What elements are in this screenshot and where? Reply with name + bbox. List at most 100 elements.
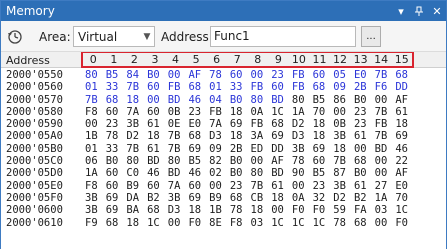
- byte-cell[interactable]: 23: [184, 106, 205, 118]
- byte-cell[interactable]: 3B: [288, 143, 309, 155]
- byte-cell[interactable]: 68: [102, 94, 123, 106]
- byte-cell[interactable]: 00: [205, 180, 226, 192]
- byte-cell[interactable]: 7B: [329, 155, 350, 167]
- byte-cell[interactable]: 00: [81, 118, 102, 130]
- byte-cell[interactable]: F8: [81, 180, 102, 192]
- byte-cell[interactable]: DD: [391, 81, 412, 93]
- byte-cell[interactable]: 23: [267, 69, 288, 81]
- byte-cell[interactable]: B0: [350, 167, 371, 179]
- byte-cell[interactable]: FB: [371, 118, 392, 130]
- byte-cell[interactable]: B0: [102, 155, 123, 167]
- byte-cell[interactable]: 46: [391, 143, 412, 155]
- byte-cell[interactable]: 3B: [329, 180, 350, 192]
- table-row[interactable]: 2000'05A0 1B 78 D2 18 7B 68 D3 18 3A 69 D3 18 3B 61 7B 6…: [1, 130, 446, 142]
- byte-cell[interactable]: AF: [184, 69, 205, 81]
- byte-cell[interactable]: FA: [350, 204, 371, 216]
- byte-cell[interactable]: BD: [267, 94, 288, 106]
- byte-cell[interactable]: 23: [350, 106, 371, 118]
- byte-cell[interactable]: 46: [143, 167, 164, 179]
- table-row[interactable]: 2000'0550 80 B5 84 B0 00 AF 78 60 00 23 FB 60 05 E0 7B 6…: [1, 69, 446, 81]
- byte-cell[interactable]: 32: [309, 192, 330, 204]
- byte-cell[interactable]: E0: [350, 69, 371, 81]
- byte-cell[interactable]: 69: [102, 192, 123, 204]
- byte-cell[interactable]: D2: [288, 118, 309, 130]
- table-row[interactable]: 2000'0590 00 23 3B 61 0E E0 7A 69 FB 68 D2 18 0B 23 FB 1…: [1, 118, 446, 130]
- byte-cell[interactable]: 23: [102, 118, 123, 130]
- byte-cell[interactable]: 7B: [247, 180, 268, 192]
- byte-cell[interactable]: 7B: [122, 81, 143, 93]
- byte-cell[interactable]: 60: [102, 106, 123, 118]
- byte-cell[interactable]: 33: [102, 81, 123, 93]
- byte-cell[interactable]: D3: [164, 204, 185, 216]
- byte-cell[interactable]: 23: [309, 180, 330, 192]
- byte-cell[interactable]: 2B: [350, 81, 371, 93]
- byte-cell[interactable]: BD: [143, 155, 164, 167]
- byte-cell[interactable]: 78: [226, 204, 247, 216]
- byte-cell[interactable]: 00: [371, 217, 392, 229]
- byte-cell[interactable]: 68: [350, 217, 371, 229]
- byte-cell[interactable]: 7B: [164, 143, 185, 155]
- byte-cell[interactable]: B5: [309, 167, 330, 179]
- byte-cell[interactable]: 7B: [371, 130, 392, 142]
- table-row[interactable]: 2000'05D0 1A 60 C0 46 BD 46 02 B0 80 BD 90 B5 87 B0 00 A…: [1, 167, 446, 179]
- byte-cell[interactable]: 60: [184, 180, 205, 192]
- byte-cell[interactable]: ED: [247, 143, 268, 155]
- byte-cell[interactable]: 84: [122, 69, 143, 81]
- byte-cell[interactable]: 23: [350, 118, 371, 130]
- byte-cell[interactable]: 1A: [288, 106, 309, 118]
- byte-cell[interactable]: 60: [309, 69, 330, 81]
- browse-button[interactable]: ...: [361, 26, 381, 47]
- byte-cell[interactable]: D3: [205, 130, 226, 142]
- byte-cell[interactable]: B9: [122, 180, 143, 192]
- byte-cell[interactable]: BD: [164, 94, 185, 106]
- byte-cell[interactable]: 78: [329, 217, 350, 229]
- byte-cell[interactable]: 1C: [143, 217, 164, 229]
- byte-cell[interactable]: D2: [122, 130, 143, 142]
- history-icon[interactable]: [6, 28, 24, 46]
- byte-cell[interactable]: 00: [143, 94, 164, 106]
- byte-cell[interactable]: 8E: [205, 217, 226, 229]
- byte-cell[interactable]: 59: [329, 204, 350, 216]
- byte-cell[interactable]: 33: [226, 81, 247, 93]
- byte-cell[interactable]: 80: [247, 167, 268, 179]
- byte-cell[interactable]: 78: [205, 69, 226, 81]
- byte-cell[interactable]: 1C: [391, 204, 412, 216]
- byte-cell[interactable]: 0E: [164, 118, 185, 130]
- byte-cell[interactable]: E0: [391, 180, 412, 192]
- byte-cell[interactable]: BD: [267, 167, 288, 179]
- byte-cell[interactable]: 0A: [247, 106, 268, 118]
- byte-cell[interactable]: 0B: [164, 106, 185, 118]
- byte-cell[interactable]: 82: [205, 155, 226, 167]
- byte-cell[interactable]: 78: [102, 130, 123, 142]
- byte-cell[interactable]: 68: [350, 155, 371, 167]
- byte-cell[interactable]: 3B: [122, 118, 143, 130]
- byte-cell[interactable]: 3A: [247, 130, 268, 142]
- byte-cell[interactable]: F9: [81, 217, 102, 229]
- byte-cell[interactable]: 18: [267, 192, 288, 204]
- byte-cell[interactable]: FB: [164, 81, 185, 93]
- byte-cell[interactable]: 68: [184, 130, 205, 142]
- byte-cell[interactable]: 60: [143, 106, 164, 118]
- byte-cell[interactable]: 18: [122, 217, 143, 229]
- byte-cell[interactable]: 68: [226, 192, 247, 204]
- byte-cell[interactable]: BD: [164, 167, 185, 179]
- byte-cell[interactable]: BA: [122, 204, 143, 216]
- byte-cell[interactable]: FB: [288, 81, 309, 93]
- byte-cell[interactable]: F8: [81, 106, 102, 118]
- address-input[interactable]: Func1: [210, 26, 356, 47]
- byte-cell[interactable]: 3B: [164, 192, 185, 204]
- byte-cell[interactable]: 68: [143, 204, 164, 216]
- byte-cell[interactable]: 23: [226, 180, 247, 192]
- byte-cell[interactable]: 09: [329, 81, 350, 93]
- byte-cell[interactable]: 33: [102, 143, 123, 155]
- byte-cell[interactable]: 60: [102, 180, 123, 192]
- byte-cell[interactable]: 1B: [205, 204, 226, 216]
- byte-cell[interactable]: 68: [391, 69, 412, 81]
- byte-cell[interactable]: 2B: [226, 143, 247, 155]
- byte-cell[interactable]: AF: [391, 94, 412, 106]
- byte-cell[interactable]: 60: [102, 167, 123, 179]
- byte-cell[interactable]: B0: [226, 94, 247, 106]
- byte-cell[interactable]: F6: [371, 81, 392, 93]
- byte-cell[interactable]: 80: [164, 155, 185, 167]
- byte-cell[interactable]: F0: [184, 217, 205, 229]
